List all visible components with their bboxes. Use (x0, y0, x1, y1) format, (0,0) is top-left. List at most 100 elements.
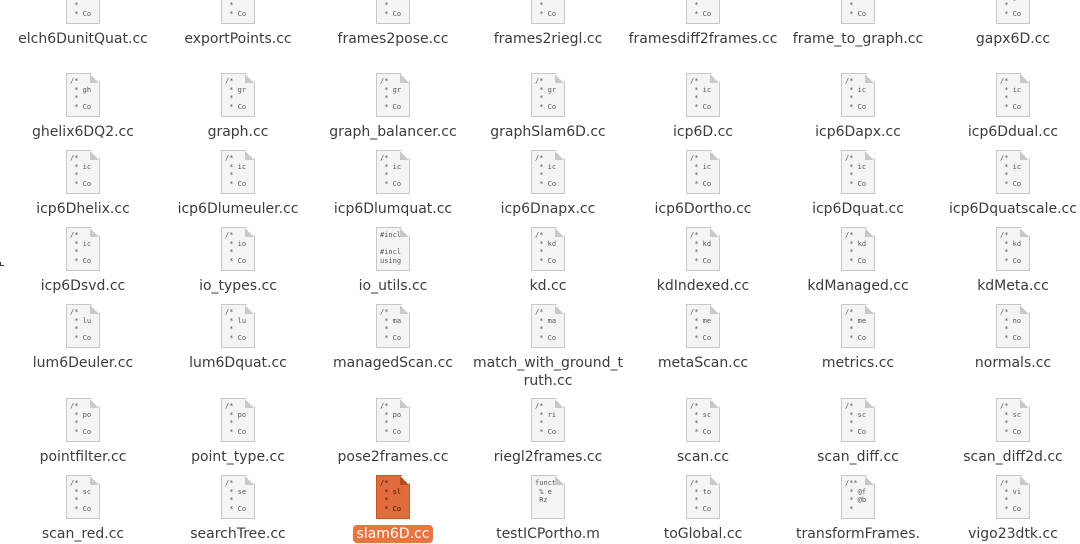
file-item[interactable]: /* * ic * * Co icp6D.cc (626, 73, 780, 141)
file-grid: /* * el * * Co elch6DunitQuat.cc /* * ex *… (0, 0, 1080, 544)
file-item[interactable]: /* * fr * * Co framesdiff2frames.cc (626, 0, 780, 48)
file-item[interactable]: /* * ic * * Co icp6Dortho.cc (626, 150, 780, 218)
text-file-icon: /* * kd * * Co (686, 227, 720, 271)
page-fold (90, 151, 99, 160)
page-fold (865, 305, 874, 314)
file-name-label: point_type.cc (191, 449, 285, 465)
file-item[interactable]: #incl #incl using io_utils.cc (316, 227, 470, 295)
file-item[interactable]: /* * ic * * Co icp6Dnapx.cc (471, 150, 625, 218)
file-item[interactable]: /* * ic * * Co icp6Dquat.cc (781, 150, 935, 218)
file-item[interactable]: /* * kd * * Co kdManaged.cc (781, 227, 935, 295)
page-fold (710, 74, 719, 83)
file-item[interactable]: /* * fr * * Co frames2pose.cc (316, 0, 470, 48)
file-item[interactable]: /* * sc * * Co scan_red.cc (6, 475, 160, 543)
page-fold (555, 228, 564, 237)
text-file-icon: /* * fr * * Co (841, 0, 875, 24)
file-item[interactable]: /* * fr * * Co frames2riegl.cc (471, 0, 625, 48)
file-name-label: ghelix6DQ2.cc (32, 124, 134, 140)
file-name-label: icp6Dquatscale.cc (949, 201, 1077, 217)
file-name-label: frames2pose.cc (337, 31, 449, 47)
file-item[interactable]: /* * ga * * Co gapx6D.cc (936, 0, 1080, 48)
page-fold (555, 476, 564, 485)
file-item[interactable]: /* * to * * Co toGlobal.cc (626, 475, 780, 543)
file-item[interactable]: /* * po * * Co point_type.cc (161, 398, 315, 466)
file-item[interactable]: /* * sl * * Co slam6D.cc (316, 475, 470, 543)
file-name-label: scan_red.cc (41, 526, 125, 542)
page-fold (1020, 399, 1029, 408)
file-item[interactable]: /* * kd * * Co kdMeta.cc (936, 227, 1080, 295)
file-item[interactable]: /* * me * * Co metaScan.cc (626, 304, 780, 372)
file-item[interactable]: /* * fr * * Co frame_to_graph.cc (781, 0, 935, 48)
file-item[interactable]: /* * sc * * Co scan_diff2d.cc (936, 398, 1080, 466)
file-item[interactable]: /* * ic * * Co icp6Dlumeuler.cc (161, 150, 315, 218)
text-file-icon: funct % e Rz (531, 475, 565, 519)
text-file-icon: /* * fr * * Co (376, 0, 410, 24)
page-fold (865, 228, 874, 237)
file-item[interactable]: /* * ex * * Co exportPoints.cc (161, 0, 315, 48)
text-file-icon: /* * sc * * Co (686, 398, 720, 442)
file-item[interactable]: /* * ma * * Co managedScan.cc (316, 304, 470, 372)
file-item[interactable]: /* * gr * * Co graph_balancer.cc (316, 73, 470, 141)
file-item[interactable]: funct % e Rz testICPortho.m (471, 475, 625, 543)
text-file-icon: /* * ic * * Co (66, 150, 100, 194)
page-fold (1020, 476, 1029, 485)
file-preview-text: /* * fr * * Co (539, 0, 557, 18)
text-file-icon: /* * lu * * Co (66, 304, 100, 348)
file-name-label: graph_balancer.cc (329, 124, 457, 140)
file-name-label: icp6Dhelix.cc (36, 201, 130, 217)
page-fold (555, 305, 564, 314)
text-file-icon: /* * me * * Co (686, 304, 720, 348)
file-item[interactable]: /* * sc * * Co scan.cc (626, 398, 780, 466)
file-item[interactable]: /* * kd * * Co kdIndexed.cc (626, 227, 780, 295)
text-file-icon: /* * kd * * Co (996, 227, 1030, 271)
file-item[interactable]: /* * ri * * Co riegl2frames.cc (471, 398, 625, 466)
file-item[interactable]: /* * lu * * Co lum6Dquat.cc (161, 304, 315, 372)
text-file-icon: /* * to * * Co (686, 475, 720, 519)
text-file-icon: /* * sl * * Co (376, 475, 410, 519)
file-item[interactable]: /* * se * * Co searchTree.cc (161, 475, 315, 543)
file-item[interactable]: /* * me * * Co metrics.cc (781, 304, 935, 372)
file-item[interactable]: /* * ic * * Co icp6Dlumquat.cc (316, 150, 470, 218)
file-item[interactable]: /* * vi * * Co vigo23dtk.cc (936, 475, 1080, 543)
file-name-label: testICPortho.m (496, 526, 600, 542)
text-file-icon: /* * ic * * Co (996, 150, 1030, 194)
file-item[interactable]: /* * po * * Co pointfilter.cc (6, 398, 160, 466)
file-item[interactable]: /* * ic * * Co icp6Dapx.cc (781, 73, 935, 141)
file-item[interactable]: /* * gr * * Co graph.cc (161, 73, 315, 141)
file-item[interactable]: /* * ic * * Co icp6Ddual.cc (936, 73, 1080, 141)
file-name-label: kdManaged.cc (807, 278, 909, 294)
file-item[interactable]: /** * @f * @b * transformFrames. (781, 475, 935, 543)
text-file-icon: /* * sc * * Co (996, 398, 1030, 442)
text-file-icon: /* * no * * Co (996, 304, 1030, 348)
text-file-icon: /* * po * * Co (66, 398, 100, 442)
text-file-icon: /* * lu * * Co (221, 304, 255, 348)
text-file-icon: /* * gh * * Co (66, 73, 100, 117)
file-item[interactable]: /* * kd * * Co kd.cc (471, 227, 625, 295)
file-item[interactable]: /* * lu * * Co lum6Deuler.cc (6, 304, 160, 372)
text-file-icon: /* * gr * * Co (376, 73, 410, 117)
file-item[interactable]: /* * ic * * Co icp6Dsvd.cc (6, 227, 160, 295)
file-name-label: searchTree.cc (190, 526, 286, 542)
file-item[interactable]: /* * po * * Co pose2frames.cc (316, 398, 470, 466)
file-name-label: kd.cc (529, 278, 567, 294)
page-fold (90, 476, 99, 485)
file-item[interactable]: /* * gh * * Co ghelix6DQ2.cc (6, 73, 160, 141)
file-name-label: scan_diff2d.cc (963, 449, 1063, 465)
text-file-icon: /* * ic * * Co (996, 73, 1030, 117)
file-item[interactable]: /* * ic * * Co icp6Dhelix.cc (6, 150, 160, 218)
file-name-label: icp6Dsvd.cc (40, 278, 126, 294)
file-name-label: icp6D.cc (672, 124, 733, 140)
page-fold (90, 74, 99, 83)
page-fold (245, 151, 254, 160)
file-item[interactable]: /* * gr * * Co graphSlam6D.cc (471, 73, 625, 141)
page-fold (555, 399, 564, 408)
file-item[interactable]: /* * ma * * Co match_with_ground_truth.cc (471, 304, 625, 390)
file-item[interactable]: /* * no * * Co normals.cc (936, 304, 1080, 372)
text-file-icon: /* * ic * * Co (686, 150, 720, 194)
file-item[interactable]: /* * sc * * Co scan_diff.cc (781, 398, 935, 466)
file-item[interactable]: /* * ic * * Co icp6Dquatscale.cc (936, 150, 1080, 218)
file-name-label: icp6Dquat.cc (812, 201, 904, 217)
file-name-label: kdMeta.cc (977, 278, 1049, 294)
file-item[interactable]: /* * el * * Co elch6DunitQuat.cc (6, 0, 160, 48)
file-item[interactable]: /* * io * * Co io_types.cc (161, 227, 315, 295)
